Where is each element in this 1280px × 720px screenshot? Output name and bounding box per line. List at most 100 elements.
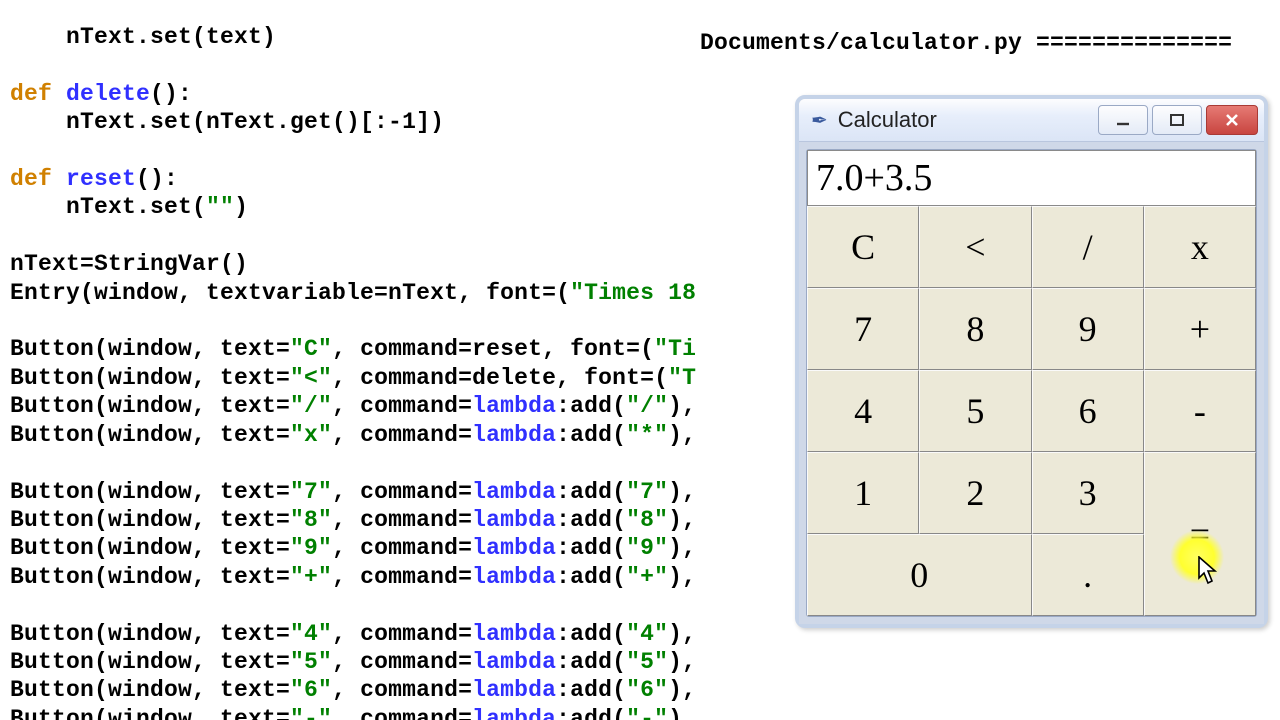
nine-button[interactable]: 9 — [1032, 288, 1144, 370]
code-token: Button(window, text= — [10, 507, 290, 533]
code-token: "7" — [626, 479, 668, 505]
code-token: :add( — [556, 649, 626, 675]
code-token: lambda — [472, 393, 556, 419]
code-token: "Ti — [654, 336, 696, 362]
minimize-button[interactable] — [1098, 105, 1148, 135]
window-title-bar[interactable]: ✒ Calculator — [799, 99, 1264, 142]
code-token: ), — [668, 479, 696, 505]
code-token: Entry(window, textvariable=nText, font=( — [10, 280, 570, 306]
backspace-button[interactable]: < — [919, 206, 1031, 288]
code-token: Button(window, text= — [10, 393, 290, 419]
code-token: ), — [668, 677, 696, 703]
decimal-button[interactable]: . — [1032, 534, 1144, 616]
code-token: , command= — [332, 564, 472, 590]
code-token: Button(window, text= — [10, 621, 290, 647]
code-token: Button(window, text= — [10, 422, 290, 448]
code-token: Button(window, text= — [10, 535, 290, 561]
code-token: "/" — [626, 393, 668, 419]
code-token: delete — [66, 81, 150, 107]
code-token: "x" — [290, 422, 332, 448]
code-token: :add( — [556, 621, 626, 647]
code-token: (): — [150, 81, 192, 107]
code-token: reset — [66, 166, 136, 192]
code-token: Button(window, text= — [10, 677, 290, 703]
code-token: Button(window, text= — [10, 479, 290, 505]
close-button[interactable] — [1206, 105, 1258, 135]
code-token: nText=StringVar() — [10, 251, 248, 277]
zero-button[interactable]: 0 — [807, 534, 1032, 616]
plus-button[interactable]: + — [1144, 288, 1256, 370]
code-token: ), — [668, 393, 696, 419]
minus-button[interactable]: - — [1144, 370, 1256, 452]
code-token: ), — [668, 507, 696, 533]
code-token: ), — [668, 535, 696, 561]
code-token: , command= — [332, 677, 472, 703]
divide-button[interactable]: / — [1032, 206, 1144, 288]
clear-button[interactable]: C — [807, 206, 919, 288]
calculator-window: ✒ Calculator 7.0+3.5 C</x 789+456- 123= 0. — [795, 95, 1268, 628]
code-token: def — [10, 81, 66, 107]
code-token: "+" — [626, 564, 668, 590]
code-token: "C" — [290, 336, 332, 362]
code-token: def — [10, 166, 66, 192]
code-token: , command= — [332, 422, 472, 448]
code-token: Button(window, text= — [10, 365, 290, 391]
code-token: , command= — [332, 535, 472, 561]
code-token: "7" — [290, 479, 332, 505]
code-editor[interactable]: nText.set(text) def delete(): nText.set(… — [10, 23, 730, 720]
maximize-button[interactable] — [1152, 105, 1202, 135]
code-token: ), — [668, 621, 696, 647]
three-button[interactable]: 3 — [1032, 452, 1144, 534]
code-token: , command= — [332, 706, 472, 720]
code-token: lambda — [472, 422, 556, 448]
code-token: nText.set( — [10, 194, 206, 220]
code-token: :add( — [556, 393, 626, 419]
code-token: "/" — [290, 393, 332, 419]
code-token: "6" — [290, 677, 332, 703]
equals-button[interactable]: = — [1144, 452, 1256, 616]
code-token: Button(window, text= — [10, 564, 290, 590]
code-token: :add( — [556, 677, 626, 703]
multiply-button[interactable]: x — [1144, 206, 1256, 288]
five-button[interactable]: 5 — [919, 370, 1031, 452]
code-token: Button(window, text= — [10, 649, 290, 675]
one-button[interactable]: 1 — [807, 452, 919, 534]
code-token: "4" — [626, 621, 668, 647]
code-token: "8" — [626, 507, 668, 533]
eight-button[interactable]: 8 — [919, 288, 1031, 370]
code-token: Button(window, text= — [10, 336, 290, 362]
code-token: :add( — [556, 422, 626, 448]
six-button[interactable]: 6 — [1032, 370, 1144, 452]
code-token: (): — [136, 166, 178, 192]
calculator-keypad: C</x 789+456- 123= 0. — [807, 206, 1256, 616]
code-token: "5" — [626, 649, 668, 675]
code-token: lambda — [472, 507, 556, 533]
code-token: "9" — [626, 535, 668, 561]
code-token: "+" — [290, 564, 332, 590]
code-token: lambda — [472, 649, 556, 675]
code-token: :add( — [556, 706, 626, 720]
code-token: "Times 18 — [570, 280, 696, 306]
code-token: "8" — [290, 507, 332, 533]
code-token: "T — [668, 365, 696, 391]
code-token: , command= — [332, 393, 472, 419]
four-button[interactable]: 4 — [807, 370, 919, 452]
two-button[interactable]: 2 — [919, 452, 1031, 534]
code-token: "<" — [290, 365, 332, 391]
code-token: :add( — [556, 535, 626, 561]
code-token: , command= — [332, 649, 472, 675]
code-token: lambda — [472, 535, 556, 561]
window-title: Calculator — [838, 107, 1094, 133]
code-token: ), — [668, 649, 696, 675]
code-token: "*" — [626, 422, 668, 448]
code-token: "" — [206, 194, 234, 220]
code-token: :add( — [556, 564, 626, 590]
code-token: Button(window, text= — [10, 706, 290, 720]
code-token: lambda — [472, 677, 556, 703]
calculator-display[interactable]: 7.0+3.5 — [807, 150, 1256, 206]
code-token: "5" — [290, 649, 332, 675]
code-token: "9" — [290, 535, 332, 561]
code-token: , command=reset, font=( — [332, 336, 654, 362]
code-token: lambda — [472, 479, 556, 505]
seven-button[interactable]: 7 — [807, 288, 919, 370]
